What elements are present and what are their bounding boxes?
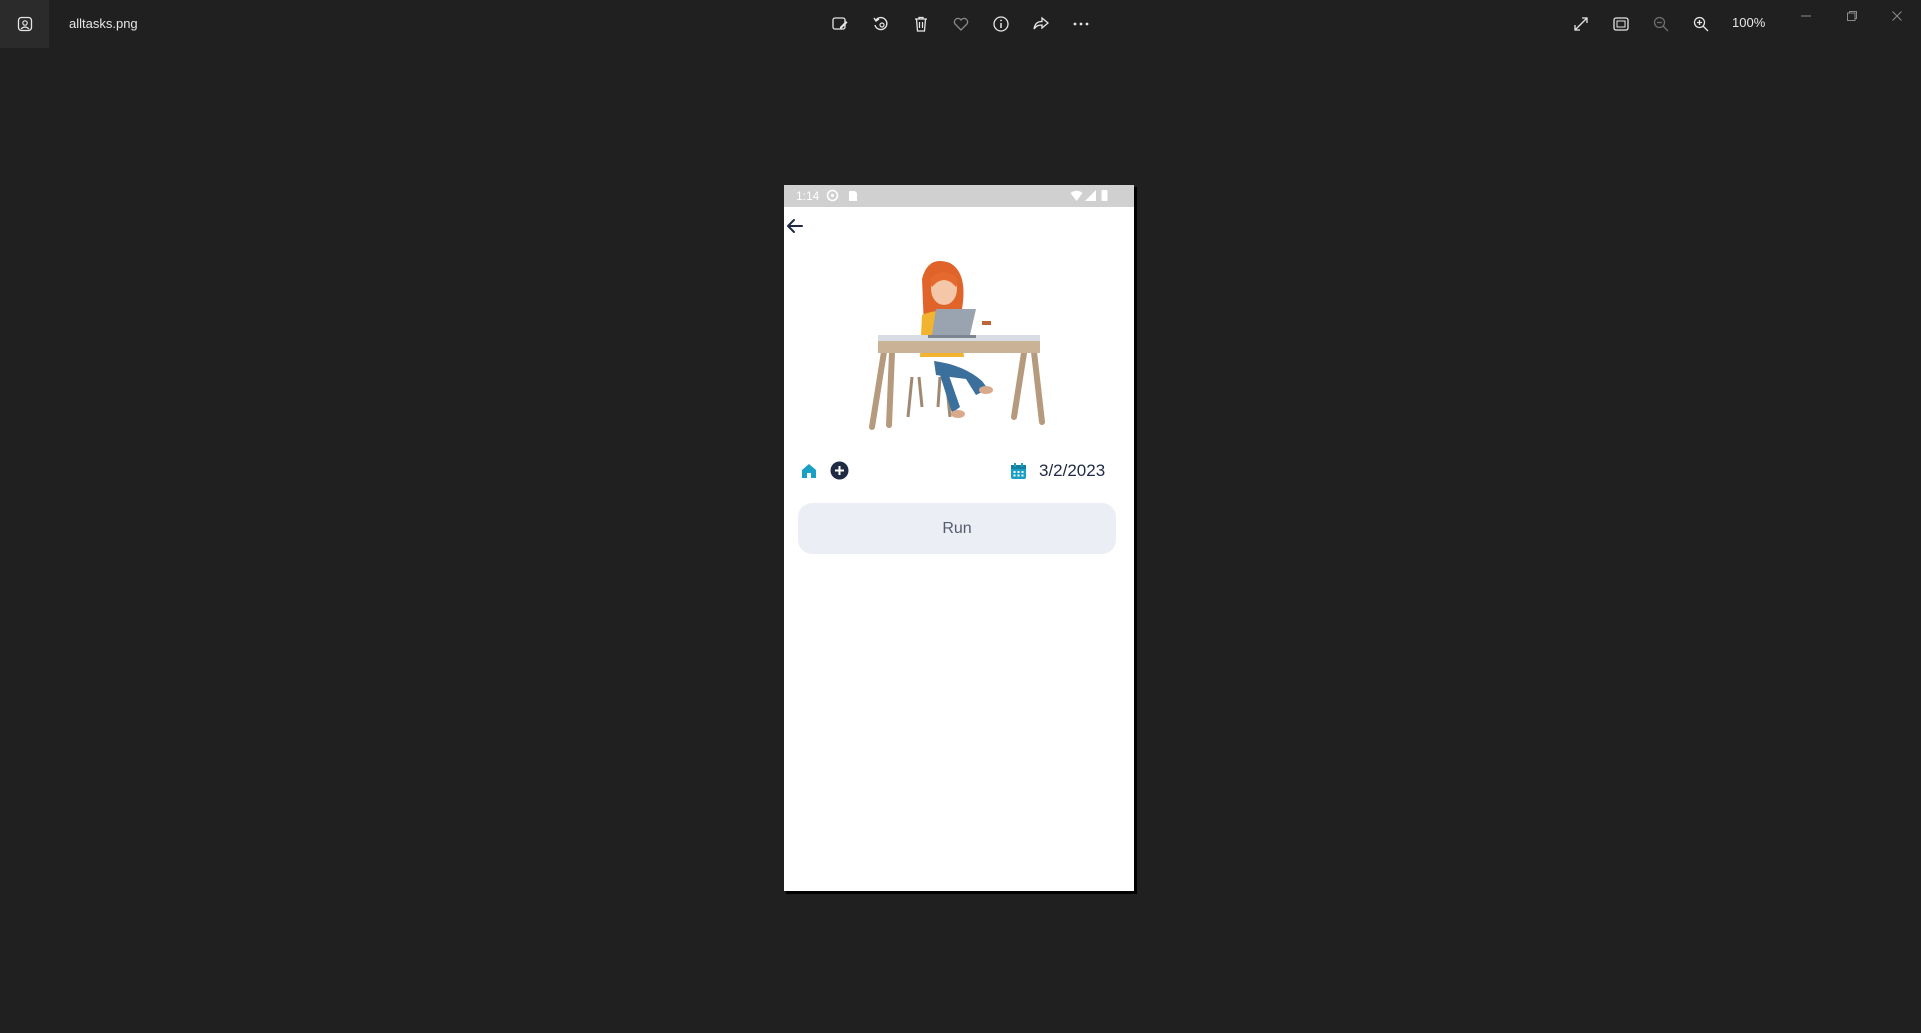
rotate-icon (873, 16, 888, 31)
close-icon (1892, 11, 1902, 21)
more-icon (1073, 22, 1089, 26)
zoom-out-button[interactable] (1646, 10, 1676, 38)
zoom-out-icon (1653, 16, 1669, 32)
status-bar: 1:14 (784, 185, 1134, 207)
wifi-icon (1070, 190, 1083, 201)
delete-icon (915, 16, 927, 32)
selected-date[interactable]: 3/2/2023 (1039, 461, 1105, 481)
edit-image-button[interactable] (825, 10, 855, 38)
run-button[interactable]: Run (798, 503, 1116, 554)
viewer-titlebar: alltasks.png 100% (0, 0, 1921, 48)
delete-button[interactable] (906, 10, 936, 38)
share-button[interactable] (1026, 10, 1056, 38)
zoom-in-icon (1693, 16, 1709, 32)
settings-status-icon (826, 189, 839, 202)
edit-image-icon (832, 17, 848, 30)
status-time: 1:14 (796, 189, 820, 203)
minimize-icon (1801, 15, 1811, 17)
fit-window-icon (1613, 17, 1629, 31)
zoom-level[interactable]: 100% (1732, 15, 1765, 30)
phone-screenshot: 1:14 3/2/2023 Run (784, 185, 1134, 891)
info-icon (993, 16, 1009, 32)
battery-icon (1101, 190, 1108, 201)
fullscreen-button[interactable] (1566, 10, 1596, 38)
more-button[interactable] (1066, 10, 1096, 38)
fullscreen-icon (1574, 17, 1588, 31)
file-name: alltasks.png (69, 16, 138, 31)
favorite-icon (953, 17, 969, 31)
woman-at-desk-illustration (869, 261, 1045, 430)
photos-icon (17, 16, 32, 32)
restore-icon (1847, 11, 1857, 21)
restore-button[interactable] (1832, 4, 1872, 28)
zoom-in-button[interactable] (1686, 10, 1716, 38)
info-button[interactable] (986, 10, 1016, 38)
add-task-icon[interactable] (830, 461, 849, 480)
signal-icon (1085, 190, 1096, 201)
rotate-button[interactable] (866, 10, 896, 38)
close-button[interactable] (1877, 4, 1917, 28)
photos-app-icon[interactable] (0, 0, 49, 48)
minimize-button[interactable] (1786, 4, 1826, 28)
back-arrow-icon[interactable] (784, 215, 806, 237)
favorite-button[interactable] (946, 10, 976, 38)
calendar-icon[interactable] (1010, 462, 1027, 480)
fit-window-button[interactable] (1606, 10, 1636, 38)
share-icon (1033, 16, 1050, 30)
sd-card-status-icon (849, 191, 857, 201)
home-icon[interactable] (800, 462, 818, 480)
